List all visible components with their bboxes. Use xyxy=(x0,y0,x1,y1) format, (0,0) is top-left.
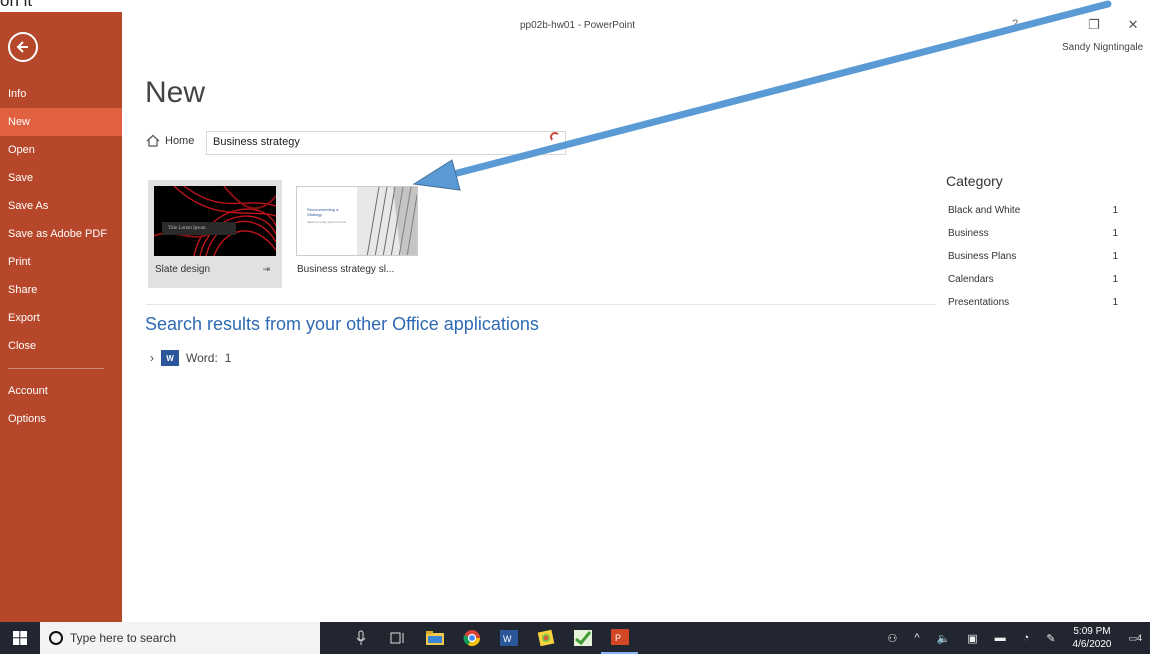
security-icon[interactable]: ▣ xyxy=(967,632,977,645)
biz-thumb-subtitle: Ideas for today and tomorrow xyxy=(307,220,347,224)
home-icon xyxy=(146,134,160,147)
expand-chevron-icon[interactable]: › xyxy=(150,351,154,365)
search-clear-icon[interactable] xyxy=(550,132,560,142)
nav-item-account[interactable]: Account xyxy=(0,377,122,405)
section-divider xyxy=(146,304,936,305)
clock[interactable]: 5:09 PM 4/6/2020 xyxy=(1073,625,1112,651)
chevron-up-icon[interactable]: ^ xyxy=(914,632,919,644)
app-icon-green-check[interactable] xyxy=(564,622,601,654)
category-heading: Category xyxy=(946,173,1003,189)
category-name: Presentations xyxy=(948,297,1010,308)
clock-date: 4/6/2020 xyxy=(1072,639,1112,650)
pen-icon[interactable]: ✎ xyxy=(1046,632,1055,645)
nav-item-save-as[interactable]: Save As xyxy=(0,192,122,220)
slate-thumb-title: Title Lorem Ipsum xyxy=(162,222,236,235)
taskbar-search-box[interactable]: Type here to search xyxy=(40,622,320,654)
backstage-nav: Info New Open Save Save As Save as Adobe… xyxy=(0,80,122,433)
wifi-icon[interactable]: ◔ xyxy=(1023,632,1030,644)
nav-item-export[interactable]: Export xyxy=(0,304,122,332)
start-button[interactable] xyxy=(0,622,40,654)
page-title: New xyxy=(145,76,206,109)
template-search-input[interactable]: Business strategy xyxy=(206,131,566,155)
home-link[interactable]: Home xyxy=(146,134,194,147)
app-icon-colorful[interactable] xyxy=(527,622,564,654)
home-label: Home xyxy=(165,134,195,147)
word-count: 1 xyxy=(224,351,232,365)
template-business-strategy[interactable]: Recommending a Strategy Ideas for today … xyxy=(290,180,424,288)
word-label: Word: xyxy=(186,351,218,365)
category-list: Black and White 1 Business 1 Business Plan… xyxy=(948,205,1118,320)
business-strategy-thumbnail: Recommending a Strategy Ideas for today … xyxy=(296,186,418,256)
category-item[interactable]: Presentations 1 xyxy=(948,297,1118,320)
microphone-icon[interactable] xyxy=(342,622,379,654)
slate-thumbnail: Title Lorem Ipsum xyxy=(154,186,276,256)
nav-divider xyxy=(8,368,104,369)
other-apps-heading: Search results from your other Office ap… xyxy=(145,314,539,334)
system-tray: ⚇ ^ 🔈 ▣ ▬ ◔ ✎ 5:09 PM 4/6/2020 ▭4 xyxy=(888,622,1150,654)
clock-time: 5:09 PM xyxy=(1073,626,1111,637)
word-app-icon: W xyxy=(161,350,179,366)
task-view-icon[interactable] xyxy=(379,622,416,654)
windows-logo-icon xyxy=(13,631,27,645)
taskbar-search-placeholder: Type here to search xyxy=(70,631,177,645)
template-name: Slate design xyxy=(155,264,211,275)
category-item[interactable]: Business 1 xyxy=(948,228,1118,251)
cropped-document-text: on it xyxy=(0,0,1150,12)
nav-item-options[interactable]: Options xyxy=(0,405,122,433)
back-arrow-icon xyxy=(16,41,28,53)
category-count: 1 xyxy=(1112,274,1118,285)
biz-thumb-title: Recommending a Strategy xyxy=(307,207,339,217)
category-name: Business Plans xyxy=(948,251,1017,262)
category-count: 1 xyxy=(1112,228,1118,239)
svg-text:P: P xyxy=(615,633,621,643)
category-name: Calendars xyxy=(948,274,994,285)
category-item[interactable]: Calendars 1 xyxy=(948,274,1118,297)
people-icon[interactable]: ⚇ xyxy=(888,632,898,645)
category-count: 1 xyxy=(1112,297,1118,308)
user-name[interactable]: Sandy Nigntingale xyxy=(1062,42,1143,53)
taskbar: Type here to search W P ⚇ ^ 🔈 ▣ ▬ ◔ ✎ 5:… xyxy=(0,622,1150,654)
nav-item-close[interactable]: Close xyxy=(0,332,122,360)
word-taskbar-icon[interactable]: W xyxy=(490,622,527,654)
screen: on it Info New Open Save Save As Save as… xyxy=(0,0,1150,654)
category-name: Black and White xyxy=(948,205,1021,216)
backstage-sidebar: Info New Open Save Save As Save as Adobe… xyxy=(0,12,122,622)
template-name: Business strategy sl... xyxy=(297,264,395,275)
chrome-icon[interactable] xyxy=(453,622,490,654)
category-name: Business xyxy=(948,228,989,239)
nav-item-save-as-adobe-pdf[interactable]: Save as Adobe PDF xyxy=(0,220,122,248)
nav-item-open[interactable]: Open xyxy=(0,136,122,164)
building-graphic xyxy=(357,187,417,255)
nav-item-print[interactable]: Print xyxy=(0,248,122,276)
cortana-circle-icon xyxy=(49,631,63,645)
battery-icon[interactable]: ▬ xyxy=(995,632,1006,644)
nav-item-save[interactable]: Save xyxy=(0,164,122,192)
back-button[interactable] xyxy=(8,32,38,62)
window-title: pp02b-hw01 - PowerPoint xyxy=(520,20,636,31)
restore-button[interactable]: ❐ xyxy=(1088,17,1100,33)
category-count: 1 xyxy=(1112,205,1118,216)
file-explorer-icon[interactable] xyxy=(416,622,453,654)
notification-center-icon[interactable]: ▭4 xyxy=(1128,633,1142,644)
taskbar-apps: W P xyxy=(342,622,638,654)
nav-item-share[interactable]: Share xyxy=(0,276,122,304)
powerpoint-taskbar-icon[interactable]: P xyxy=(601,622,638,654)
word-results-row[interactable]: › W Word: 1 xyxy=(150,350,231,366)
close-button[interactable]: ✕ xyxy=(1128,17,1139,33)
volume-icon[interactable]: 🔈 xyxy=(937,632,951,645)
help-button[interactable]: ? xyxy=(1012,18,1018,30)
nav-item-new[interactable]: New xyxy=(0,108,122,136)
category-item[interactable]: Black and White 1 xyxy=(948,205,1118,228)
pin-icon[interactable]: ⇥ xyxy=(262,264,270,275)
svg-text:W: W xyxy=(503,634,512,644)
window-controls: ❐ ✕ xyxy=(1088,17,1139,33)
category-count: 1 xyxy=(1112,251,1118,262)
template-slate-design[interactable]: Title Lorem Ipsum Slate design ⇥ xyxy=(148,180,282,288)
nav-item-info[interactable]: Info xyxy=(0,80,122,108)
red-swirl-graphic xyxy=(154,186,276,256)
category-item[interactable]: Business Plans 1 xyxy=(948,251,1118,274)
notification-count: 4 xyxy=(1136,632,1142,643)
